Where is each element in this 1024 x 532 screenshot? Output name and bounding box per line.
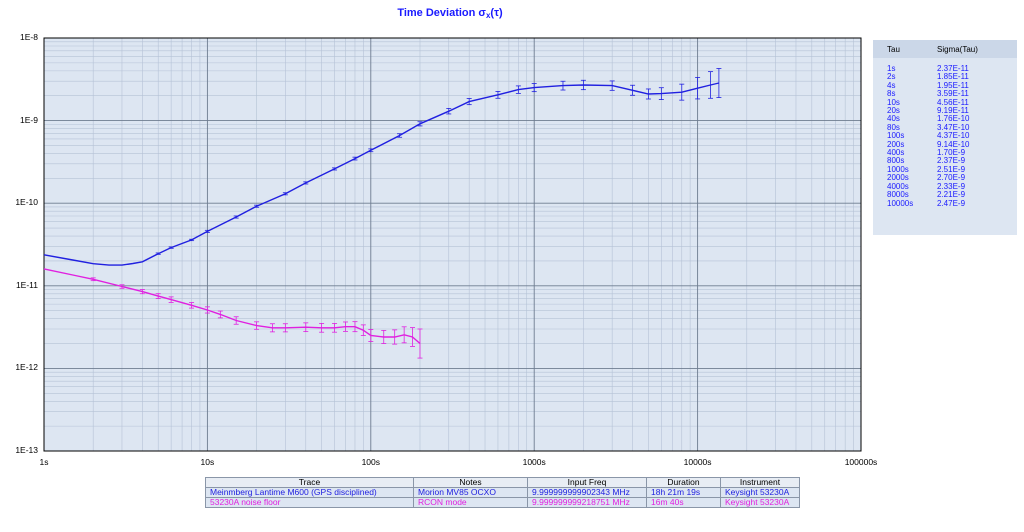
tau-value: 1s [887, 64, 896, 73]
legend-freq: 9.999999999902343 MHz [527, 487, 647, 498]
legend-notes: RCON mode [413, 497, 528, 508]
plot-area [43, 37, 862, 452]
tau-value: 20s [887, 106, 900, 116]
legend-header-freq: Input Freq [527, 477, 647, 488]
legend-trace: Meinmberg Lantime M600 (GPS disciplined) [205, 487, 414, 498]
x-tick-label: 1s [39, 457, 49, 467]
legend-instrument: Keysight 53230A [720, 497, 800, 508]
tau-header: Tau [887, 44, 900, 54]
tau-value: 4s [887, 80, 896, 90]
y-tick-label: 1E-11 [15, 279, 38, 290]
legend-header-row: Trace Notes Input Freq Duration Instrume… [205, 477, 800, 488]
tau-value: 40s [887, 114, 900, 124]
x-tick-label: 10000s [683, 457, 712, 467]
sigma-header: Sigma(Tau) [937, 44, 978, 54]
y-tick-label: 1E-10 [15, 197, 38, 208]
tau-table-rows: 1s 2.37E-11 2s 1.85E-11 4s 1.95E-11 8s 3.59E-11… [873, 58, 1017, 208]
legend-duration: 18h 21m 19s [646, 487, 721, 498]
legend-header-duration: Duration [646, 477, 721, 488]
tau-value: 10000s [887, 198, 914, 208]
tau-value: 80s [887, 122, 900, 132]
legend-header-trace: Trace [205, 477, 414, 488]
tau-value: 100s [887, 131, 905, 141]
sigma-value: 2.47E-9 [937, 198, 966, 208]
legend-row-2[interactable]: 53230A noise floor RCON mode 9.999999999… [205, 497, 800, 508]
y-tick-label: 1E-12 [15, 362, 38, 373]
legend-duration: 16m 40s [646, 497, 721, 508]
y-tick-label: 1E-13 [15, 445, 38, 455]
legend-instrument: Keysight 53230A [720, 487, 800, 498]
legend-notes: Morion MV85 OCXO [413, 487, 528, 498]
x-tick-label: 100s [361, 457, 381, 467]
tau-value: 200s [887, 139, 905, 149]
tau-value: 10s [887, 97, 900, 107]
y-tick-label: 1E-8 [20, 32, 38, 42]
x-tick-label: 10s [200, 457, 215, 467]
x-tick-label: 1000s [522, 457, 546, 467]
legend-header-instrument: Instrument [720, 477, 800, 488]
x-tick-label: 100000s [844, 457, 878, 467]
tau-table-row: 10000s 2.47E-9 [873, 198, 1017, 208]
legend-row-1[interactable]: Meinmberg Lantime M600 (GPS disciplined)… [205, 487, 800, 498]
tau-value: 8s [887, 89, 896, 99]
trace-legend-table: Trace Notes Input Freq Duration Instrume… [205, 477, 800, 508]
tau-sigma-table: Tau Sigma(Tau) 1s 2.37E-11 2s 1.85E-11 4s 1.9… [873, 40, 1017, 235]
y-tick-label: 1E-9 [20, 114, 38, 125]
legend-trace: 53230A noise floor [205, 497, 414, 508]
legend-freq: 9.999999999218751 MHz [527, 497, 647, 508]
tau-value: 2s [887, 72, 896, 82]
tau-value: 400s [887, 148, 905, 158]
legend-header-notes: Notes [413, 477, 528, 488]
tau-table-header: Tau Sigma(Tau) [873, 40, 1017, 58]
chart-plot [43, 37, 862, 452]
